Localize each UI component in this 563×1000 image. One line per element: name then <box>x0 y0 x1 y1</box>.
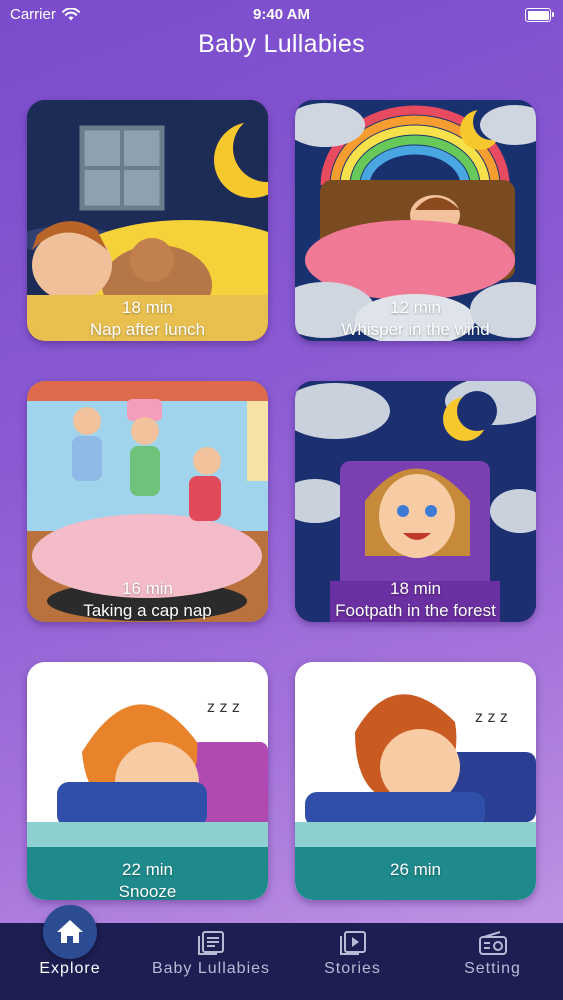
page-title: Baby Lullabies <box>198 30 365 58</box>
card-duration: 22 min <box>121 860 174 879</box>
clock: 9:40 AM <box>253 6 310 23</box>
card-title: Snooze <box>118 882 177 900</box>
lullaby-card[interactable]: z z z 22 min Snooze <box>27 662 268 900</box>
tab-baby-lullabies[interactable]: Baby Lullabies <box>140 923 282 1000</box>
tab-stories[interactable]: Stories <box>305 923 400 1000</box>
tab-label: Setting <box>464 960 521 977</box>
tab-label: Baby Lullabies <box>151 960 271 977</box>
explore-active-indicator[interactable] <box>43 905 97 959</box>
card-duration: 12 min <box>389 298 442 317</box>
lullaby-card[interactable]: 18 min Nap after lunch <box>27 100 268 341</box>
card-duration: 16 min <box>121 579 174 598</box>
lullaby-card[interactable]: z z z 26 min <box>295 662 536 900</box>
radio-icon <box>478 931 507 955</box>
card-title: Whisper in the wind <box>341 320 490 339</box>
lullaby-grid: 18 min Nap after lunch 12 min Whisper in… <box>27 100 537 900</box>
lullaby-card[interactable]: 16 min Taking a cap nap <box>27 381 268 622</box>
svg-text:z z z: z z z <box>475 709 508 726</box>
tab-label: Explore <box>39 960 101 977</box>
library-icon <box>198 931 224 955</box>
lullaby-card[interactable]: 18 min Footpath in the forest <box>295 381 536 622</box>
card-duration: 26 min <box>389 860 442 879</box>
card-duration: 18 min <box>121 298 174 317</box>
card-duration: 18 min <box>389 579 442 598</box>
status-bar: Carrier 9:40 AM <box>0 0 563 30</box>
card-title: Footpath in the forest <box>335 601 496 620</box>
play-icon <box>339 931 366 955</box>
tab-label: Stories <box>324 960 381 977</box>
tab-setting[interactable]: Setting <box>445 923 540 1000</box>
card-title: Taking a cap nap <box>83 601 212 620</box>
home-icon <box>57 920 83 943</box>
battery-icon <box>525 8 554 22</box>
lullaby-card[interactable]: 12 min Whisper in the wind <box>295 100 536 341</box>
card-title: Nap after lunch <box>89 320 206 339</box>
svg-text:z z z: z z z <box>207 699 240 716</box>
